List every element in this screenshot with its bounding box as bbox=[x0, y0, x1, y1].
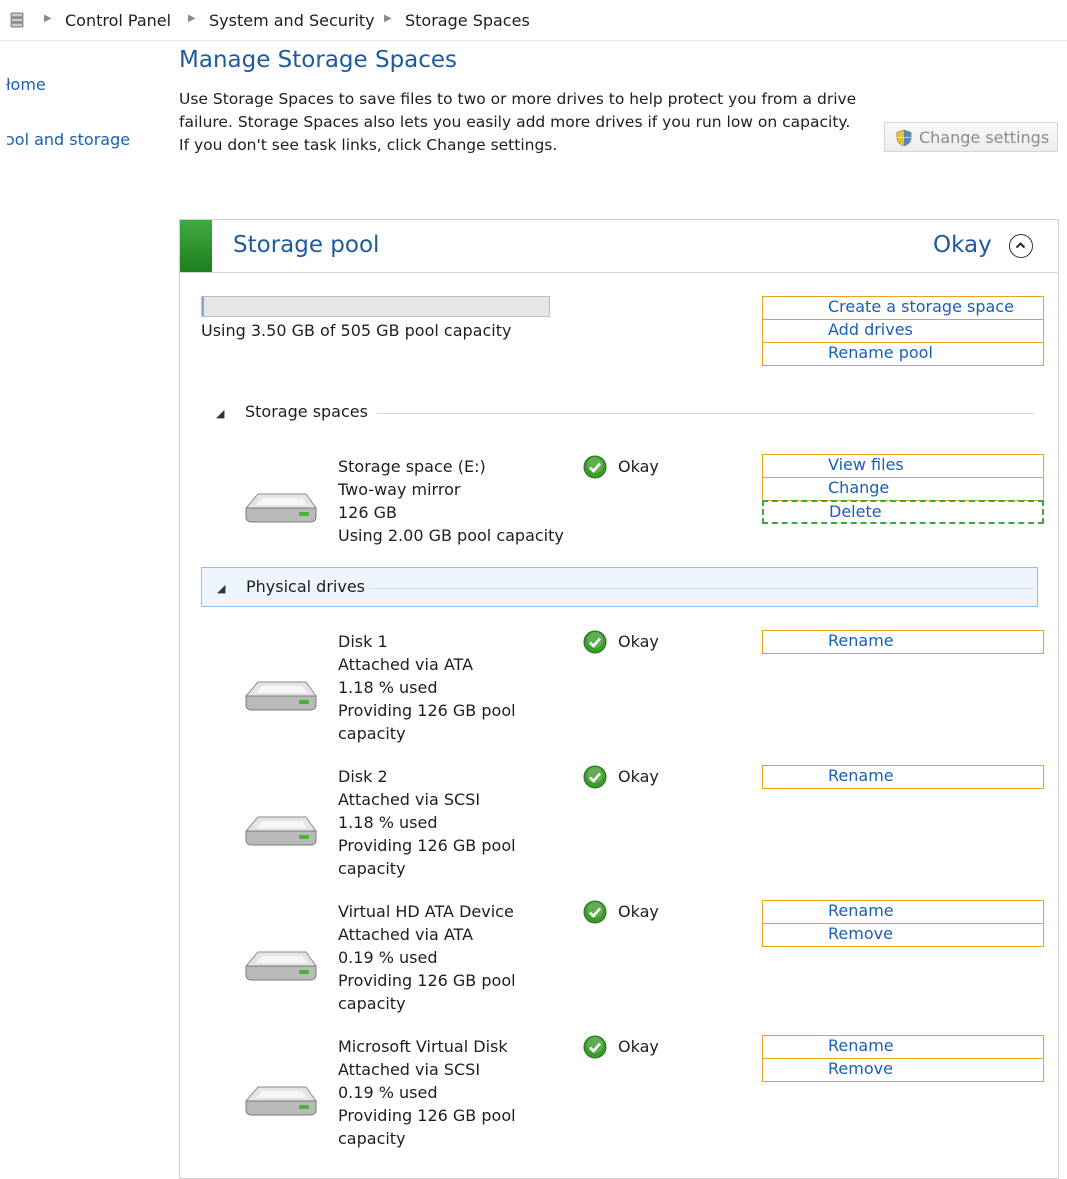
drive-name: Disk 1 bbox=[338, 632, 388, 651]
delete-storage-space-link[interactable]: Delete bbox=[762, 500, 1044, 524]
drive-icon bbox=[244, 490, 318, 530]
add-drives-link[interactable]: Add drives bbox=[762, 319, 1044, 343]
drive-capacity: Providing 126 GB pool bbox=[338, 971, 516, 990]
pool-status-color-bar bbox=[180, 220, 212, 272]
drive-icon bbox=[244, 948, 318, 988]
rename-drive-link[interactable]: Rename bbox=[762, 630, 1044, 654]
okay-check-icon bbox=[583, 900, 607, 928]
drive-capacity: Providing 126 GB pool bbox=[338, 1106, 516, 1125]
okay-check-icon bbox=[583, 630, 607, 658]
storage-space-resiliency: Two-way mirror bbox=[338, 480, 461, 499]
storage-space-size: 126 GB bbox=[338, 503, 397, 522]
change-settings-button[interactable]: Change settings bbox=[884, 122, 1058, 152]
drive-capacity-cont: capacity bbox=[338, 724, 406, 743]
physical-drive-details: Disk 2 Attached via SCSI 1.18 % used Pro… bbox=[338, 765, 516, 880]
drive-status-text: Okay bbox=[618, 632, 659, 651]
breadcrumb-separator-icon: ▶ bbox=[44, 13, 52, 24]
remove-drive-link[interactable]: Remove bbox=[762, 923, 1044, 947]
storage-space-usage: Using 2.00 GB pool capacity bbox=[338, 526, 564, 545]
page-description: Use Storage Spaces to save files to two … bbox=[179, 90, 857, 154]
okay-check-icon bbox=[583, 1035, 607, 1063]
rename-pool-link[interactable]: Rename pool bbox=[762, 342, 1044, 366]
breadcrumb-separator-icon: ▶ bbox=[384, 13, 392, 24]
change-settings-label: Change settings bbox=[919, 128, 1050, 147]
drive-name: Microsoft Virtual Disk bbox=[338, 1037, 508, 1056]
storage-space-status-text: Okay bbox=[618, 457, 659, 476]
storage-spaces-section-header[interactable]: ◢ Storage spaces bbox=[201, 393, 1038, 433]
remove-drive-link[interactable]: Remove bbox=[762, 1058, 1044, 1082]
pool-capacity-bar bbox=[201, 296, 550, 317]
rename-drive-link[interactable]: Rename bbox=[762, 1035, 1044, 1059]
breadcrumb-separator-icon: ▶ bbox=[188, 13, 196, 24]
view-files-link[interactable]: View files bbox=[762, 454, 1044, 478]
drive-capacity: Providing 126 GB pool bbox=[338, 836, 516, 855]
drive-connection: Attached via ATA bbox=[338, 925, 474, 944]
uac-shield-icon bbox=[896, 129, 912, 151]
drive-capacity-cont: capacity bbox=[338, 994, 406, 1013]
drive-usage: 1.18 % used bbox=[338, 678, 438, 697]
drive-status-text: Okay bbox=[618, 767, 659, 786]
physical-drive-details: Disk 1 Attached via ATA 1.18 % used Prov… bbox=[338, 630, 516, 745]
page-title: Manage Storage Spaces bbox=[179, 47, 458, 73]
drive-status-text: Okay bbox=[618, 1037, 659, 1056]
rename-drive-link[interactable]: Rename bbox=[762, 765, 1044, 789]
rename-drive-link[interactable]: Rename bbox=[762, 900, 1044, 924]
address-bar: ▶ Control Panel ▶ System and Security ▶ … bbox=[0, 0, 1067, 41]
drive-connection: Attached via SCSI bbox=[338, 1060, 481, 1079]
physical-drives-label: Physical drives bbox=[246, 577, 365, 596]
collapse-triangle-icon: ◢ bbox=[217, 582, 226, 595]
storage-space-name: Storage space (E:) bbox=[338, 457, 486, 476]
collapse-pool-button[interactable] bbox=[1009, 234, 1033, 258]
nav-link-home[interactable]: łome bbox=[6, 75, 46, 94]
pool-title: Storage pool bbox=[233, 232, 380, 258]
drive-name: Disk 2 bbox=[338, 767, 388, 786]
drive-status-text: Okay bbox=[618, 902, 659, 921]
drive-capacity-cont: capacity bbox=[338, 1129, 406, 1148]
pool-status: Okay bbox=[933, 232, 992, 258]
section-divider bbox=[377, 413, 1034, 414]
nav-link-pool-and-storage[interactable]: ɔol and storage bbox=[6, 130, 130, 149]
drive-capacity: Providing 126 GB pool bbox=[338, 701, 516, 720]
collapse-triangle-icon: ◢ bbox=[216, 407, 225, 420]
drive-icon bbox=[244, 678, 318, 718]
drive-capacity-cont: capacity bbox=[338, 859, 406, 878]
physical-drives-section-header[interactable]: ◢ Physical drives bbox=[201, 567, 1038, 607]
section-divider bbox=[370, 588, 1033, 589]
physical-drive-details: Virtual HD ATA Device Attached via ATA 0… bbox=[338, 900, 516, 1015]
physical-drive-details: Microsoft Virtual Disk Attached via SCSI… bbox=[338, 1035, 516, 1150]
okay-check-icon bbox=[583, 765, 607, 793]
storage-spaces-icon bbox=[10, 12, 24, 32]
create-storage-space-link[interactable]: Create a storage space bbox=[762, 296, 1044, 320]
drive-icon bbox=[244, 1083, 318, 1123]
drive-usage: 0.19 % used bbox=[338, 1083, 438, 1102]
breadcrumb-storage-spaces[interactable]: Storage Spaces bbox=[405, 11, 530, 30]
breadcrumb-control-panel[interactable]: Control Panel bbox=[65, 11, 171, 30]
drive-usage: 1.18 % used bbox=[338, 813, 438, 832]
pool-capacity-fill bbox=[202, 297, 205, 316]
change-storage-space-link[interactable]: Change bbox=[762, 477, 1044, 501]
drive-icon bbox=[244, 813, 318, 853]
okay-check-icon bbox=[583, 455, 607, 483]
drive-name: Virtual HD ATA Device bbox=[338, 902, 514, 921]
pool-capacity-text: Using 3.50 GB of 505 GB pool capacity bbox=[201, 321, 512, 340]
storage-spaces-label: Storage spaces bbox=[245, 402, 368, 421]
drive-connection: Attached via ATA bbox=[338, 655, 474, 674]
breadcrumb-system-and-security[interactable]: System and Security bbox=[209, 11, 375, 30]
chevron-up-icon bbox=[1015, 242, 1026, 249]
drive-usage: 0.19 % used bbox=[338, 948, 438, 967]
storage-space-details: Storage space (E:) Two-way mirror 126 GB… bbox=[338, 455, 564, 547]
drive-connection: Attached via SCSI bbox=[338, 790, 481, 809]
